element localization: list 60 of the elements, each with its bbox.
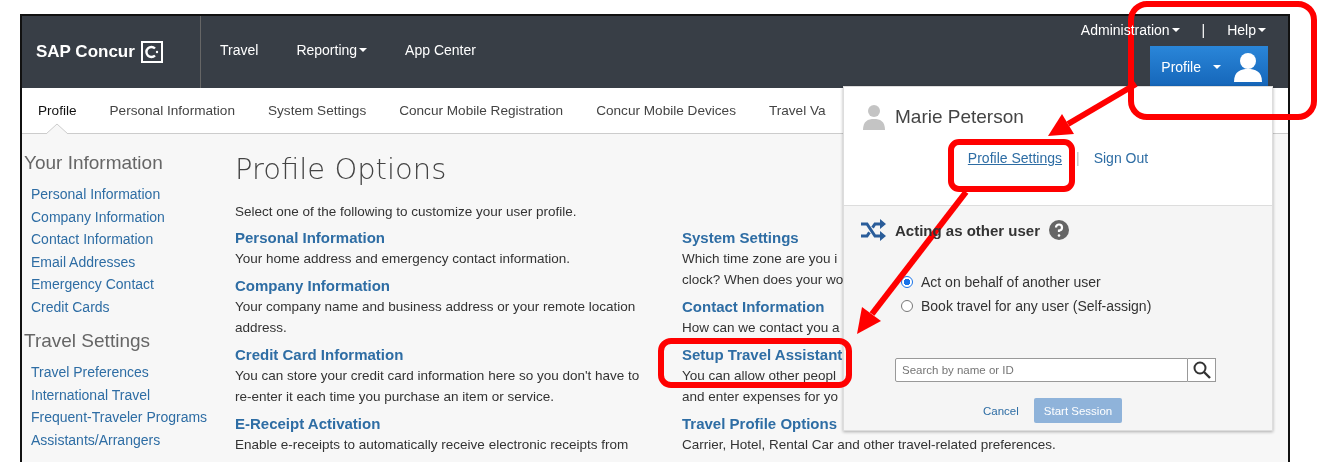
- intro-text: Select one of the following to customize your user profile.: [235, 204, 578, 219]
- option-description: and enter expenses for yo: [682, 388, 839, 406]
- option-link[interactable]: Contact Information: [682, 296, 825, 317]
- nav-link[interactable]: App Center: [405, 42, 476, 58]
- radio-label: Act on behalf of another user: [921, 274, 1101, 290]
- option-description: Which time zone are you i: [682, 250, 838, 268]
- sidebar-link[interactable]: Credit Cards: [31, 295, 235, 318]
- menu-link[interactable]: Sign Out: [1093, 150, 1149, 166]
- shuffle-icon: [860, 219, 886, 241]
- option-link[interactable]: E-Receipt Activation: [235, 413, 682, 434]
- page-title: Profile Options: [235, 152, 448, 186]
- option-link[interactable]: Credit Card Information: [235, 344, 682, 365]
- user-icon: [1233, 51, 1263, 83]
- nav-link[interactable]: Travel: [220, 42, 259, 58]
- sidebar-link[interactable]: Contact Information: [31, 228, 235, 251]
- user-name: Marie Peterson: [895, 106, 1024, 128]
- tab[interactable]: Concur Mobile Devices: [596, 88, 736, 133]
- search-button[interactable]: [1188, 358, 1216, 382]
- option-link[interactable]: Company Information: [235, 275, 682, 296]
- option-description: Carrier, Hotel, Rental Car and other travel-related preferences.: [682, 436, 1056, 454]
- separator-text: |: [1076, 150, 1080, 166]
- option-description: Your home address and emergency contact information.: [235, 250, 571, 268]
- tab[interactable]: Profile: [38, 88, 77, 133]
- option-description: How can we contact you a: [682, 319, 840, 337]
- sidebar-link[interactable]: Email Addresses: [31, 250, 235, 273]
- sidebar-link[interactable]: Frequent-Traveler Programs: [31, 406, 235, 429]
- utility-link[interactable]: Help: [1227, 22, 1266, 38]
- radio-label: Book travel for any user (Self-assign): [921, 298, 1152, 314]
- logo-icon[interactable]: [140, 41, 163, 63]
- sidebar-link[interactable]: International Travel: [31, 383, 235, 406]
- tab[interactable]: Concur Mobile Registration: [399, 88, 564, 133]
- help-icon[interactable]: [1049, 220, 1070, 240]
- nav-link[interactable]: Reporting: [296, 42, 368, 58]
- option-link[interactable]: Travel Profile Options: [682, 413, 838, 434]
- option-description: Enable e-receipts to automatically receive electronic receipts from: [235, 436, 630, 454]
- option-description: You can allow other peopl: [682, 367, 837, 385]
- sidebar-link[interactable]: Travel Preferences: [31, 361, 235, 384]
- profile-button[interactable]: Profile: [1150, 46, 1268, 88]
- separator-text: |: [1201, 22, 1206, 38]
- option-description: clock? When does your wo: [682, 271, 844, 289]
- tab[interactable]: System Settings: [267, 88, 367, 133]
- menu-link[interactable]: Profile Settings: [967, 150, 1062, 166]
- logo-text[interactable]: SAP Concur: [36, 42, 135, 62]
- sidebar-link[interactable]: Company Information: [31, 205, 235, 228]
- user-icon: [863, 104, 885, 130]
- option-link[interactable]: Personal Information: [235, 227, 682, 248]
- sidebar-link[interactable]: Personal Information: [31, 183, 235, 206]
- sidebar-link[interactable]: Emergency Contact: [31, 273, 235, 296]
- search-field[interactable]: Search by name or ID: [895, 358, 1188, 382]
- option-description: You can store your credit card information here so you don't have to re-enter it each time you purchase an item or service.: [235, 367, 641, 406]
- sidebar-heading: Travel Settings: [24, 330, 151, 352]
- option-link[interactable]: System Settings: [682, 227, 799, 248]
- option-description: Your company name and business address or your remote location address.: [235, 298, 637, 337]
- tab[interactable]: Personal Information: [109, 88, 235, 133]
- cancel-link[interactable]: Cancel: [983, 404, 1019, 417]
- sidebar-heading: Your Information: [24, 152, 164, 174]
- radio-button[interactable]: [901, 300, 913, 312]
- option-link[interactable]: Setup Travel Assistant: [682, 344, 843, 365]
- tab[interactable]: Travel Va: [768, 88, 826, 133]
- sidebar-link[interactable]: Assistants/Arrangers: [31, 428, 235, 451]
